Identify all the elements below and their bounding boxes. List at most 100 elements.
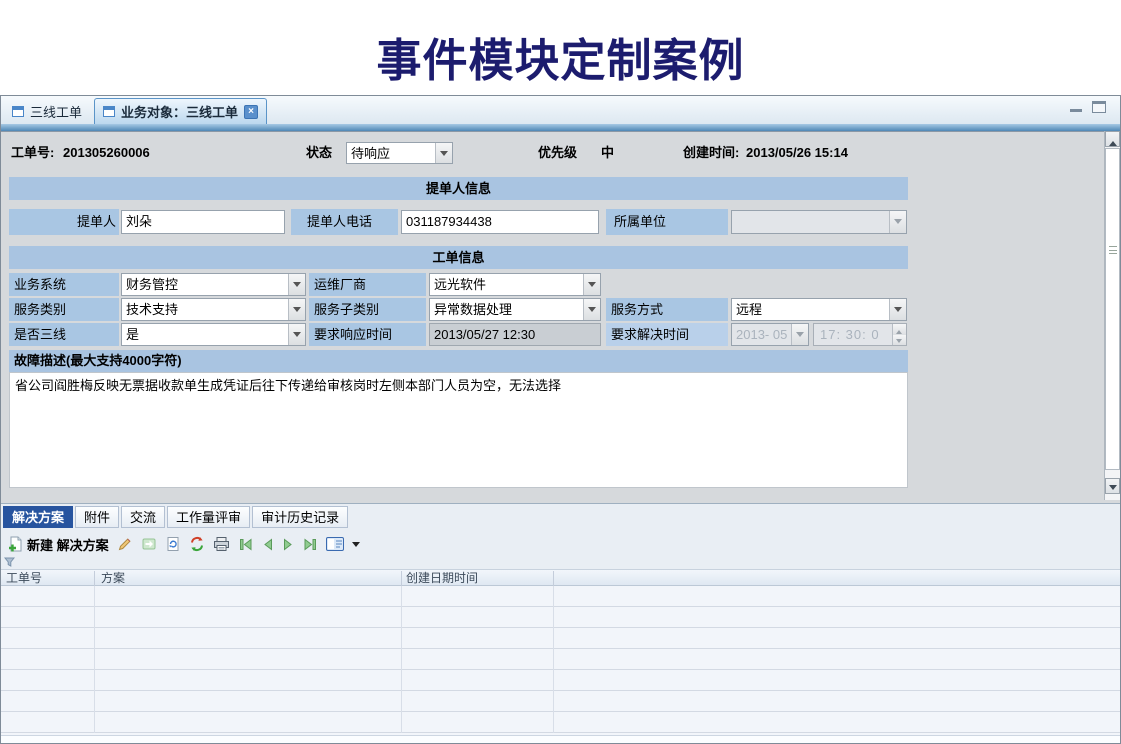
business-system-value: 财务管控: [122, 274, 288, 295]
close-icon[interactable]: ×: [244, 105, 258, 119]
vendor-select[interactable]: 远光软件: [429, 273, 601, 296]
tab-label: 三线工单: [30, 102, 82, 121]
maximize-button[interactable]: [1092, 101, 1106, 113]
third-line-value: 是: [122, 324, 288, 345]
nav-first-button[interactable]: [238, 537, 253, 552]
new-solution-button[interactable]: 新建 解决方案: [7, 535, 109, 554]
solution-panel: 解决方案 附件 交流 工作量评审 审计历史记录 新建 解决方案: [1, 503, 1120, 743]
created-value: 2013/05/26 15:14: [746, 142, 848, 164]
fault-desc-header: 故障描述(最大支持4000字符): [9, 350, 908, 372]
table-row: [1, 628, 1120, 649]
spin-up-icon[interactable]: [893, 324, 906, 335]
scroll-up-icon[interactable]: [1105, 131, 1120, 147]
scroll-down-icon[interactable]: [1105, 478, 1120, 494]
resolve-date-value: 2013- 05: [732, 324, 791, 345]
chevron-down-icon[interactable]: [583, 274, 600, 295]
third-line-label: 是否三线: [9, 323, 119, 346]
previous-record-icon: [261, 537, 274, 552]
nav-prev-button[interactable]: [261, 537, 274, 552]
document-tabbar: 三线工单 业务对象：三线工单 ×: [1, 96, 1120, 124]
solution-tabbar: 解决方案 附件 交流 工作量评审 审计历史记录: [3, 506, 348, 528]
printer-icon: [213, 536, 230, 552]
tab-workload-review[interactable]: 工作量评审: [167, 506, 250, 528]
column-header-plan[interactable]: 方案: [101, 571, 125, 586]
chevron-down-icon[interactable]: [288, 274, 305, 295]
resolve-date-select[interactable]: 2013- 05: [731, 323, 809, 346]
table-row: [1, 691, 1120, 712]
panel-footer-strip: [1, 735, 1120, 744]
vertical-scrollbar[interactable]: [1104, 131, 1120, 500]
chevron-down-icon[interactable]: [889, 211, 906, 233]
org-select[interactable]: [731, 210, 907, 234]
submitter-input[interactable]: 刘朵: [121, 210, 285, 234]
service-type-select[interactable]: 技术支持: [121, 298, 306, 321]
tab-attachment[interactable]: 附件: [75, 506, 119, 528]
print-button[interactable]: [213, 536, 230, 552]
column-header-order-no[interactable]: 工单号: [6, 571, 42, 586]
submitter-phone-label: 提单人电话: [291, 209, 398, 235]
column-gridline: [401, 586, 402, 733]
resolve-time-label: 要求解决时间: [606, 323, 728, 346]
toolbar-more-dropdown[interactable]: [352, 538, 360, 551]
filter-funnel-icon[interactable]: [4, 557, 15, 567]
chevron-down-icon: [352, 542, 360, 551]
sync-arrows-icon: [189, 536, 205, 552]
time-spinner-buttons[interactable]: [892, 324, 906, 345]
chevron-down-icon[interactable]: [583, 299, 600, 320]
sync-button[interactable]: [189, 536, 205, 552]
edit-button[interactable]: [117, 536, 133, 552]
view-layout-button[interactable]: [326, 537, 344, 551]
service-subtype-select[interactable]: 异常数据处理: [429, 298, 601, 321]
vendor-label: 运维厂商: [309, 273, 426, 296]
chevron-down-icon[interactable]: [288, 299, 305, 320]
table-row: [1, 670, 1120, 691]
nav-next-button[interactable]: [282, 537, 295, 552]
scrollbar-thumb[interactable]: [1105, 148, 1120, 470]
tab-communication[interactable]: 交流: [121, 506, 165, 528]
order-no-label: 工单号:: [11, 142, 54, 164]
section-title-order-info: 工单信息: [9, 246, 908, 269]
table-row: [1, 712, 1120, 733]
solution-table-body: [1, 586, 1120, 735]
page-header: 事件模块定制案例: [0, 0, 1121, 95]
chevron-down-icon[interactable]: [435, 143, 452, 163]
spin-down-icon[interactable]: [893, 335, 906, 346]
chevron-down-icon[interactable]: [889, 299, 906, 320]
response-time-label: 要求响应时间: [309, 323, 426, 346]
last-record-icon: [303, 537, 318, 552]
service-type-label: 服务类别: [9, 298, 119, 321]
service-type-value: 技术支持: [122, 299, 288, 320]
tab-third-line-order[interactable]: 三线工单: [4, 98, 90, 124]
order-no-value: 201305260006: [63, 142, 150, 164]
priority-label: 优先级: [538, 142, 577, 164]
new-solution-label: 新建 解决方案: [27, 535, 109, 554]
tab-audit-history[interactable]: 审计历史记录: [252, 506, 348, 528]
third-line-select[interactable]: 是: [121, 323, 306, 346]
work-order-form: 工单号: 201305260006 状态 待响应 优先级 中 创建时间: 201…: [1, 131, 1120, 503]
tab-business-object[interactable]: 业务对象：三线工单 ×: [94, 98, 267, 124]
service-mode-select[interactable]: 远程: [731, 298, 907, 321]
service-mode-value: 远程: [732, 299, 889, 320]
window-icon: [12, 106, 24, 117]
table-row: [1, 607, 1120, 628]
service-subtype-label: 服务子类别: [309, 298, 426, 321]
submitter-phone-input[interactable]: 031187934438: [401, 210, 599, 234]
column-header-created-datetime[interactable]: 创建日期时间: [406, 571, 478, 586]
nav-last-button[interactable]: [303, 537, 318, 552]
refresh-document-button[interactable]: [165, 536, 181, 552]
chevron-down-icon[interactable]: [288, 324, 305, 345]
table-row: [1, 649, 1120, 670]
resolve-clock-spinner[interactable]: 17: 30: 0: [813, 323, 907, 346]
status-label: 状态: [306, 142, 332, 164]
refresh-document-icon: [165, 536, 181, 552]
tabbar-bottom-strip: [1, 124, 1120, 131]
chevron-down-icon[interactable]: [791, 324, 808, 345]
minimize-button[interactable]: [1070, 101, 1082, 112]
page-title: 事件模块定制案例: [0, 0, 1121, 89]
fault-desc-textarea[interactable]: 省公司阎胜梅反映无票据收款单生成凭证后往下传递给审核岗时左侧本部门人员为空，无法…: [9, 372, 908, 488]
response-time-input[interactable]: 2013/05/27 12:30: [429, 323, 601, 346]
business-system-select[interactable]: 财务管控: [121, 273, 306, 296]
status-select[interactable]: 待响应: [346, 142, 453, 164]
tab-solution[interactable]: 解决方案: [3, 506, 73, 528]
save-button[interactable]: [141, 536, 157, 552]
